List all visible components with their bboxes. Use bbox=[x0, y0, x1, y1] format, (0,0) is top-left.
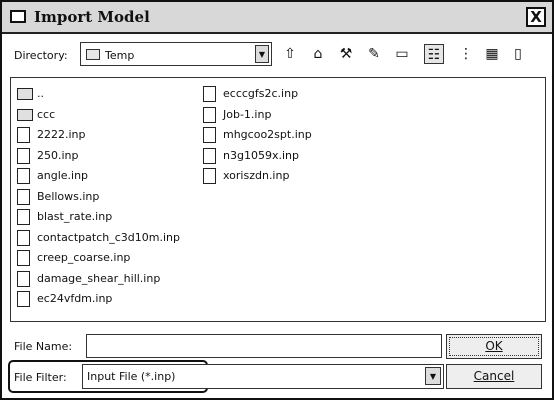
file-icon bbox=[17, 168, 30, 184]
file-icon bbox=[17, 209, 30, 225]
hammer-icon[interactable]: ⚒ bbox=[336, 44, 356, 64]
folder-icon bbox=[86, 49, 100, 60]
file-icon bbox=[17, 270, 30, 287]
file-name-field[interactable] bbox=[86, 334, 442, 358]
file-icon bbox=[17, 188, 30, 205]
file-icon bbox=[17, 250, 30, 266]
file-icon bbox=[203, 168, 216, 184]
list-view-icon[interactable]: ☷ bbox=[424, 44, 444, 64]
file-filter-value: Input File (*.inp) bbox=[87, 370, 176, 383]
directory-value: Temp bbox=[105, 49, 135, 62]
wand-icon[interactable]: ✎ bbox=[364, 44, 384, 64]
file-icon bbox=[203, 106, 216, 123]
title-bar[interactable]: Import Model X bbox=[2, 2, 552, 34]
file-icon bbox=[203, 86, 216, 102]
directory-select[interactable]: Temp ▼ bbox=[80, 42, 272, 66]
dialog-title: Import Model bbox=[34, 8, 150, 26]
file-icon bbox=[17, 147, 30, 164]
file-filter-label: File Filter: bbox=[14, 371, 67, 384]
chevron-down-icon[interactable]: ▼ bbox=[255, 45, 269, 63]
chevron-down-icon[interactable]: ▼ bbox=[425, 367, 441, 385]
window-icon bbox=[10, 10, 26, 23]
import-model-dialog: Import Model X Directory: Temp ▼ ⇧ ⌂ ⚒ ✎… bbox=[0, 0, 554, 400]
file-icon bbox=[17, 127, 30, 143]
up-folder-icon[interactable]: ⇧ bbox=[280, 44, 300, 64]
file-list[interactable]: .. ccc 2222.inp 250.inp angle.inp Bellow… bbox=[10, 77, 546, 322]
file-name-label: File Name: bbox=[14, 340, 73, 353]
grid-view-icon[interactable]: ▦ bbox=[482, 44, 502, 64]
ok-button[interactable]: OK bbox=[446, 334, 542, 359]
file-icon bbox=[203, 127, 216, 143]
folder-icon bbox=[17, 108, 33, 121]
file-icon bbox=[17, 291, 30, 307]
file-icon bbox=[203, 147, 216, 164]
close-button[interactable]: X bbox=[526, 7, 546, 27]
clipboard-icon[interactable]: ▯ bbox=[508, 44, 528, 64]
new-folder-icon[interactable]: ▭ bbox=[392, 44, 412, 64]
file-icon bbox=[17, 229, 30, 246]
cancel-button[interactable]: Cancel bbox=[446, 364, 542, 389]
detail-view-icon[interactable]: ⋮ bbox=[456, 44, 476, 64]
folder-icon bbox=[17, 88, 33, 100]
home-icon[interactable]: ⌂ bbox=[308, 44, 328, 64]
file-filter-select[interactable]: Input File (*.inp) ▼ bbox=[82, 364, 444, 389]
directory-label: Directory: bbox=[14, 49, 68, 62]
